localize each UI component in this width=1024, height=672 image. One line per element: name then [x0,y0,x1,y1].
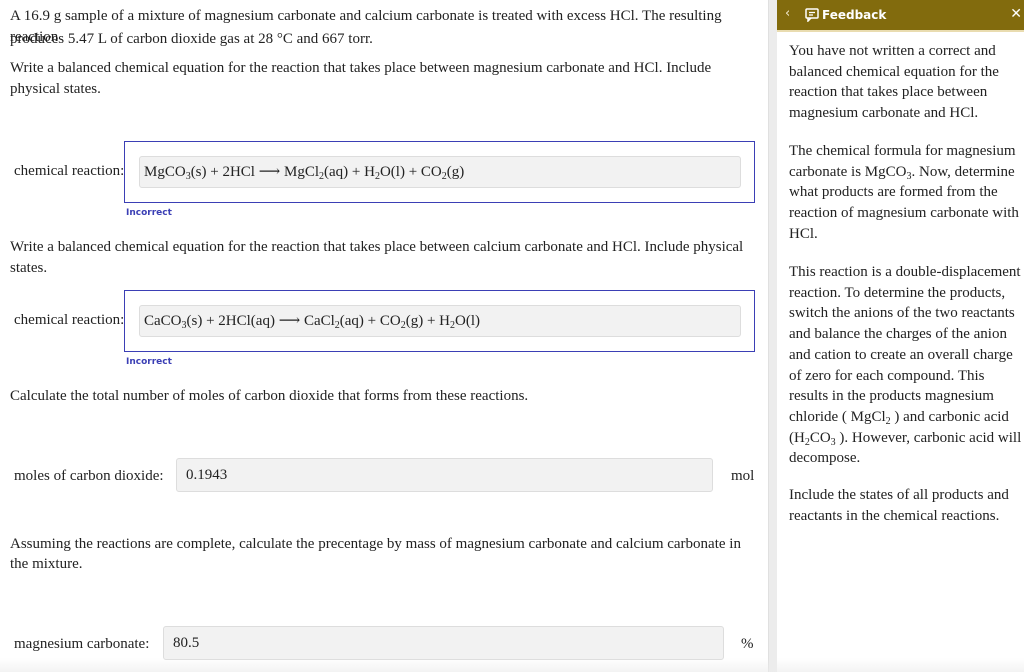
feedback-title: Feedback [822,8,887,22]
mgco3-percent-input[interactable]: 80.5 [163,626,724,660]
eq-text: (aq) + CO [339,313,401,329]
feedback-paragraph-3: This reaction is a double-displacement r… [789,262,1024,469]
question4-line2: the mixture. [10,556,83,572]
question-panel: A 16.9 g sample of a mixture of magnesiu… [0,0,768,672]
eq-text: (g) [446,164,465,180]
close-icon[interactable]: ✕ [1010,6,1022,22]
reaction2-label: chemical reaction: [14,312,125,328]
eq-text: CaCO [144,313,182,329]
feedback-paragraph-2: The chemical formula for magnesium carbo… [789,141,1024,245]
fb-text: CO [809,429,831,446]
reaction1-answer-box: MgCO3(s) + 2HCl ⟶ MgCl2(aq) + H2O(l) + C… [124,141,755,203]
question4-line1: Assuming the reactions are complete, cal… [10,536,741,552]
question1-line2: physical states. [10,81,101,97]
moles-input[interactable]: 0.1943 [176,458,713,492]
eq-text: MgCO [144,164,186,180]
reaction2-status: Incorrect [126,357,172,367]
question3: Calculate the total number of moles of c… [10,388,529,404]
eq-text: (s) + 2HCl(aq) ⟶ CaCl [186,313,335,329]
chevron-left-icon[interactable]: ‹ [785,6,790,21]
reaction1-label: chemical reaction: [14,163,125,179]
eq-text: (aq) + H [324,164,375,180]
problem-intro-line2: produces 5.47 L of carbon dioxide gas at… [10,31,373,47]
feedback-header: ‹ Feedback ✕ [777,0,1024,32]
eq-text: O(l) + CO [379,164,442,180]
feedback-paragraph-4: Include the states of all products and r… [789,487,1009,524]
mgco3-percent-label: magnesium carbonate: [14,636,150,652]
feedback-panel: ‹ Feedback ✕ You have not written a corr… [777,0,1024,672]
moles-label: moles of carbon dioxide: [14,468,164,484]
reaction2-answer-box: CaCO3(s) + 2HCl(aq) ⟶ CaCl2(aq) + CO2(g)… [124,290,755,352]
eq-text: (g) + H [405,313,451,329]
eq-text: (s) + 2HCl ⟶ MgCl [190,164,319,180]
question2: Write a balanced chemical equation for t… [10,239,744,276]
fb-text: This reaction is a double-displacement r… [789,264,1021,425]
question1-line1: Write a balanced chemical equation for t… [10,60,712,76]
mgco3-percent-unit: % [741,636,754,652]
feedback-paragraph-1: You have not written a correct and balan… [789,43,999,122]
eq-text: O(l) [455,313,481,329]
reaction2-equation-input[interactable]: CaCO3(s) + 2HCl(aq) ⟶ CaCl2(aq) + CO2(g)… [139,305,741,337]
panel-divider-scrollbar[interactable] [768,0,777,672]
feedback-speech-bubble-icon [805,8,819,22]
reaction1-status: Incorrect [126,208,172,218]
moles-unit: mol [731,468,755,484]
reaction1-equation-input[interactable]: MgCO3(s) + 2HCl ⟶ MgCl2(aq) + H2O(l) + C… [139,156,741,188]
